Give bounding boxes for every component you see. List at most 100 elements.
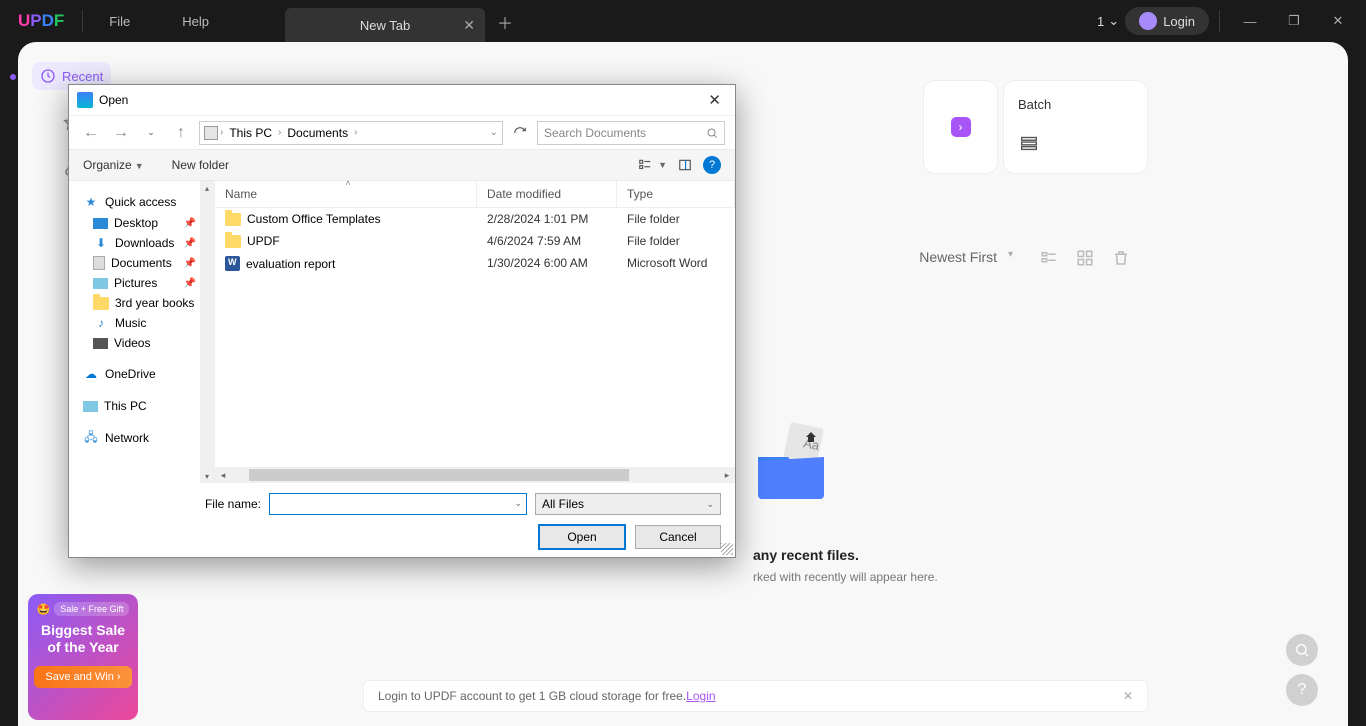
- caret-down-icon: ⌄: [706, 499, 714, 510]
- music-icon: ♪: [93, 316, 109, 330]
- minimize-button[interactable]: —: [1230, 6, 1270, 36]
- scroll-right-icon[interactable]: ▸: [719, 470, 735, 481]
- list-view-icon[interactable]: [1040, 249, 1058, 267]
- divider: [1219, 10, 1220, 32]
- search-fab[interactable]: [1286, 634, 1318, 666]
- star-pin-icon: ★: [83, 195, 99, 209]
- network-icon: 🖧: [83, 431, 99, 445]
- search-input[interactable]: Search Documents: [537, 121, 725, 145]
- promo-button[interactable]: Save and Win ›: [34, 666, 132, 688]
- banner-close-icon[interactable]: ✕: [1123, 689, 1133, 703]
- promo-line1: Biggest Sale: [34, 622, 132, 639]
- file-list: ˄Name Date modified Type Custom Office T…: [215, 181, 735, 483]
- col-name[interactable]: ˄Name: [215, 181, 477, 207]
- grid-view-icon[interactable]: [1076, 249, 1094, 267]
- menu-file[interactable]: File: [83, 14, 156, 29]
- file-row[interactable]: evaluation report 1/30/2024 6:00 AM Micr…: [215, 252, 735, 275]
- help-button[interactable]: ?: [703, 156, 721, 174]
- col-type[interactable]: Type: [617, 181, 735, 207]
- sb-quick-access[interactable]: ★Quick access: [69, 191, 214, 213]
- file-type-filter[interactable]: All Files ⌄: [535, 493, 721, 515]
- scroll-left-icon[interactable]: ◂: [215, 470, 231, 481]
- file-row[interactable]: UPDF 4/6/2024 7:59 AM File folder: [215, 230, 735, 252]
- details-view-icon: [637, 158, 653, 172]
- video-icon: [93, 338, 108, 349]
- help-fab[interactable]: ?: [1286, 674, 1318, 706]
- right-tools: Newest First ▾: [912, 248, 1130, 268]
- card-batch-title: Batch: [1018, 97, 1133, 112]
- dialog-title: Open: [99, 93, 128, 107]
- sb-desktop[interactable]: Desktop📌: [69, 213, 214, 233]
- refresh-button[interactable]: [509, 122, 531, 144]
- folder-icon: [225, 213, 241, 226]
- caret-down-icon: ▼: [658, 160, 667, 170]
- trash-icon[interactable]: [1112, 249, 1130, 267]
- card-batch[interactable]: Batch: [1003, 80, 1148, 174]
- tab-close-icon[interactable]: ✕: [463, 17, 475, 34]
- new-folder-button[interactable]: New folder: [172, 158, 229, 172]
- sb-onedrive[interactable]: ☁OneDrive: [69, 363, 214, 385]
- sb-documents[interactable]: Documents📌: [69, 253, 214, 273]
- file-date: 4/6/2024 7:59 AM: [477, 232, 617, 250]
- sb-3rd-year-books[interactable]: 3rd year books: [69, 293, 214, 313]
- search-icon: [1294, 642, 1310, 658]
- banner-login-link[interactable]: Login: [686, 689, 715, 703]
- emoji-icon: 🤩: [37, 603, 51, 616]
- tab-new[interactable]: New Tab ✕: [285, 8, 485, 42]
- scroll-down-icon[interactable]: ▾: [200, 469, 214, 483]
- sb-this-pc[interactable]: This PC: [69, 395, 214, 417]
- sidebar-scrollbar[interactable]: ▴ ▾: [200, 181, 214, 483]
- caret-down-icon: ▾: [1008, 249, 1013, 260]
- sb-music[interactable]: ♪Music: [69, 313, 214, 333]
- promo-card[interactable]: 🤩 Sale + Free Gift Biggest Sale of the Y…: [28, 594, 138, 720]
- cancel-button[interactable]: Cancel: [635, 525, 721, 549]
- dialog-toolbar: Organize▼ New folder ▼ ?: [69, 149, 735, 181]
- col-date[interactable]: Date modified: [477, 181, 617, 207]
- maximize-button[interactable]: ❐: [1274, 6, 1314, 36]
- nav-back-button[interactable]: ←: [79, 121, 103, 145]
- file-row[interactable]: Custom Office Templates 2/28/2024 1:01 P…: [215, 208, 735, 230]
- caret-down-icon: ▼: [135, 161, 144, 171]
- file-list-header: ˄Name Date modified Type: [215, 181, 735, 208]
- open-button[interactable]: Open: [539, 525, 625, 549]
- pc-icon: [83, 401, 98, 412]
- horizontal-scrollbar[interactable]: ◂ ▸: [215, 467, 735, 483]
- chevron-down-icon[interactable]: ⌄: [490, 127, 498, 138]
- nav-up-button[interactable]: ↑: [169, 121, 193, 145]
- view-mode-button[interactable]: ▼: [637, 158, 667, 172]
- scroll-thumb[interactable]: [249, 469, 629, 481]
- sb-pictures[interactable]: Pictures📌: [69, 273, 214, 293]
- breadcrumb-thispc[interactable]: This PC: [225, 126, 276, 140]
- dialog-close-button[interactable]: ✕: [702, 91, 727, 109]
- address-bar[interactable]: › This PC › Documents › ⌄: [199, 121, 503, 145]
- sb-videos[interactable]: Videos: [69, 333, 214, 353]
- resize-grip[interactable]: [721, 543, 733, 555]
- scroll-up-icon[interactable]: ▴: [200, 181, 214, 195]
- sb-network[interactable]: 🖧Network: [69, 427, 214, 449]
- tab-label: New Tab: [360, 18, 410, 33]
- close-button[interactable]: ✕: [1318, 6, 1358, 36]
- file-open-dialog: Open ✕ ← → ⌄ ↑ › This PC › Documents › ⌄…: [68, 84, 736, 558]
- pin-icon: 📌: [184, 218, 196, 229]
- desktop-icon: [93, 218, 108, 229]
- chevron-right-icon: ›: [354, 127, 357, 138]
- breadcrumb-documents[interactable]: Documents: [283, 126, 352, 140]
- pin-icon: 📌: [184, 258, 196, 269]
- menu-help[interactable]: Help: [156, 14, 235, 29]
- banner-text: Login to UPDF account to get 1 GB cloud …: [378, 689, 686, 703]
- sort-dropdown[interactable]: Newest First ▾: [912, 248, 1022, 268]
- new-tab-button[interactable]: ＋: [497, 10, 513, 34]
- pin-icon: 📌: [184, 238, 196, 249]
- nav-recent-button[interactable]: ⌄: [139, 121, 163, 145]
- preview-pane-button[interactable]: [677, 158, 693, 172]
- download-icon: ⬇: [93, 236, 109, 250]
- organize-button[interactable]: Organize▼: [83, 158, 144, 172]
- tab-area: New Tab ✕ ＋: [235, 0, 1097, 42]
- sb-downloads[interactable]: ⬇Downloads📌: [69, 233, 214, 253]
- login-button[interactable]: Login: [1125, 7, 1209, 35]
- card-action[interactable]: ›: [923, 80, 998, 174]
- nav-forward-button[interactable]: →: [109, 121, 133, 145]
- window-count[interactable]: 1⌄: [1097, 13, 1119, 29]
- filename-input[interactable]: ⌄: [269, 493, 527, 515]
- caret-down-icon[interactable]: ⌄: [514, 498, 522, 509]
